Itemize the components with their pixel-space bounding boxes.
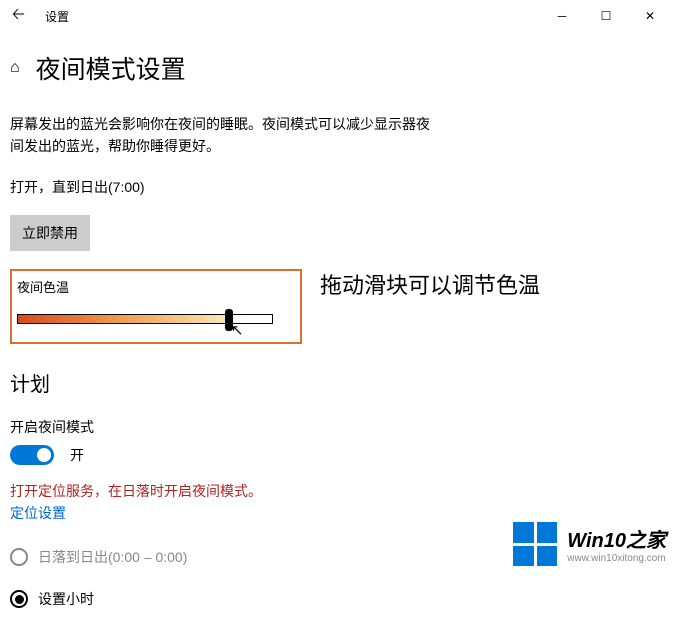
color-temp-section: 夜间色温 ↖ bbox=[10, 269, 302, 344]
night-mode-toggle[interactable] bbox=[10, 445, 54, 465]
toggle-state-text: 开 bbox=[70, 445, 84, 465]
watermark-title: Win10之家 bbox=[567, 524, 666, 553]
annotation-text: 拖动滑块可以调节色温 bbox=[320, 268, 540, 300]
radio-sunset-label: 日落到日出(0:00 – 0:00) bbox=[38, 547, 187, 567]
titlebar-app-name: 设置 bbox=[45, 8, 69, 25]
slider-thumb[interactable] bbox=[225, 309, 233, 331]
enable-night-mode-label: 开启夜间模式 bbox=[10, 417, 666, 437]
plan-section-title: 计划 bbox=[10, 368, 666, 397]
minimize-button[interactable]: ─ bbox=[540, 0, 584, 32]
watermark: Win10之家 www.win10xitong.com bbox=[513, 522, 666, 566]
windows-logo-icon bbox=[513, 522, 557, 566]
description-text: 屏幕发出的蓝光会影响你在夜间的睡眠。夜间模式可以减少显示器夜间发出的蓝光，帮助你… bbox=[10, 114, 430, 157]
color-temp-slider[interactable]: ↖ bbox=[17, 314, 273, 324]
schedule-status: 打开，直到日出(7:00) bbox=[10, 177, 666, 197]
color-temp-label: 夜间色温 bbox=[16, 277, 296, 296]
back-icon[interactable]: 🡠 bbox=[8, 0, 29, 34]
home-icon[interactable]: ⌂ bbox=[10, 59, 20, 77]
disable-now-button[interactable]: 立即禁用 bbox=[10, 215, 90, 251]
radio-set-hours-label: 设置小时 bbox=[38, 589, 94, 609]
watermark-url: www.win10xitong.com bbox=[567, 553, 666, 564]
radio-set-hours[interactable] bbox=[10, 590, 28, 608]
radio-sunset[interactable] bbox=[10, 548, 28, 566]
close-button[interactable]: ✕ bbox=[628, 0, 672, 32]
maximize-button[interactable]: ☐ bbox=[584, 0, 628, 32]
location-warning: 打开定位服务，在日落时开启夜间模式。 bbox=[10, 481, 666, 501]
page-title: 夜间模式设置 bbox=[36, 50, 186, 86]
location-settings-link[interactable]: 定位设置 bbox=[10, 503, 66, 523]
